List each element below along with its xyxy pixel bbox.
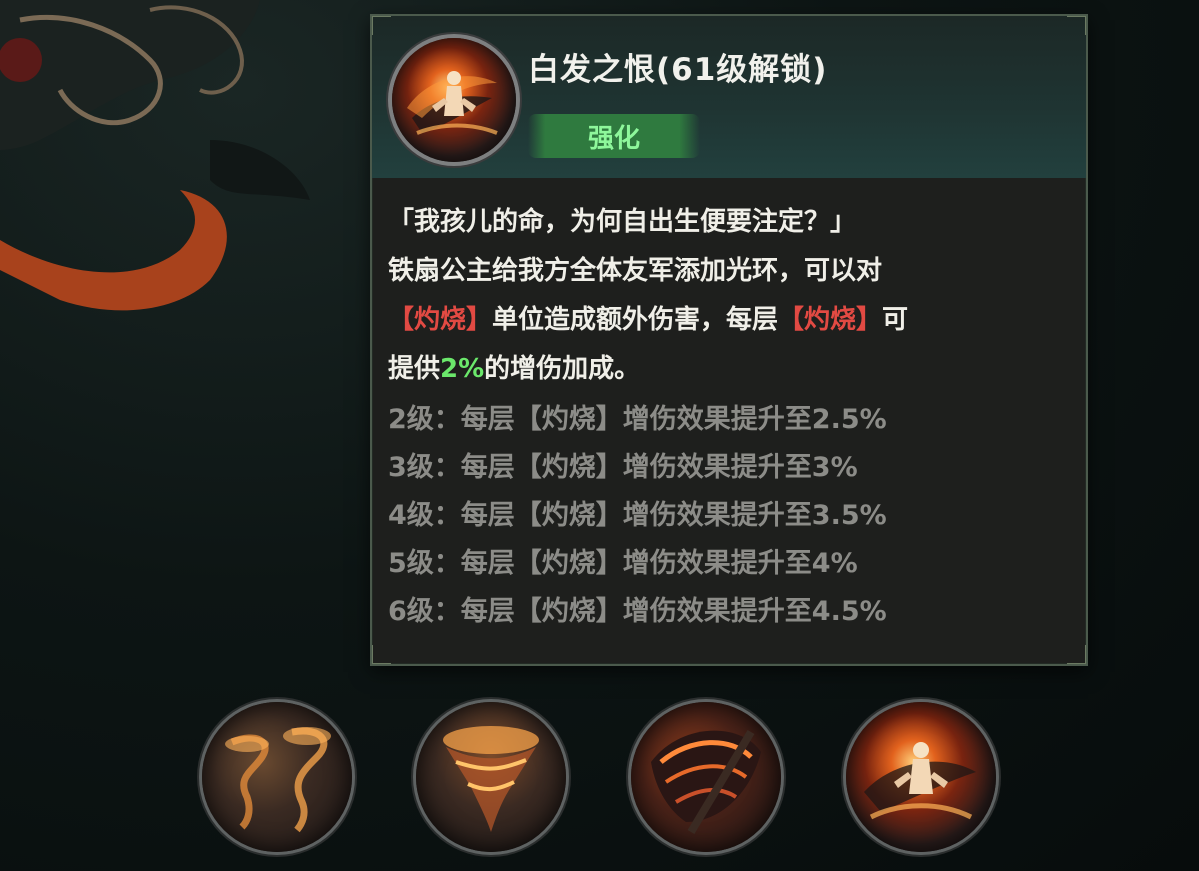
skill-tooltip-panel: 白发之恨(61级解锁) 强化 「我孩儿的命，为何自出生便要注定？」 铁扇公主给我… [370,14,1088,666]
skill-description: 「我孩儿的命，为何自出生便要注定？」 铁扇公主给我方全体友军添加光环，可以对 【… [388,198,1078,394]
level-row: 4级：每层【灼烧】增伤效果提升至3.5% [388,500,887,531]
burn-keyword: 【灼烧】 [388,305,493,335]
description-text: 提供 [388,354,441,384]
skill-bar [0,702,1199,862]
tag-label: 强化 [587,123,640,154]
bonus-value: 2% [440,354,485,384]
twin-tornado-icon[interactable] [202,702,352,852]
fire-tornado-icon[interactable] [416,702,566,852]
description-text: 可 [882,305,909,335]
description-text: 的增伤加成。 [484,354,641,384]
character-art-background [0,0,310,311]
description-line: 【灼烧】单位造成额外伤害，每层【灼烧】可 [388,296,1078,345]
corner-ornament [1067,16,1086,35]
princess-fire-icon[interactable] [846,702,996,852]
corner-ornament [372,16,391,35]
skill-title: 白发之恨(61级解锁) [528,52,828,88]
level-row: 3级：每层【灼烧】增伤效果提升至3% [388,452,858,483]
palm-fan-icon[interactable] [631,702,781,852]
description-text: 单位造成额外伤害，每层 [492,305,779,335]
description-line: 提供2%的增伤加成。 [388,345,1078,394]
corner-ornament [1067,645,1086,664]
level-row: 5级：每层【灼烧】增伤效果提升至4% [388,548,858,579]
corner-ornament [372,645,391,664]
level-upgrade-list: 2级：每层【灼烧】增伤效果提升至2.5% 3级：每层【灼烧】增伤效果提升至3% … [388,396,1078,636]
level-row: 6级：每层【灼烧】增伤效果提升至4.5% [388,596,887,627]
description-quote: 「我孩儿的命，为何自出生便要注定？」 [388,207,857,237]
enhance-tag-badge: 强化 [528,114,700,158]
princess-fire-icon [392,38,516,162]
burn-keyword: 【灼烧】 [778,305,883,335]
level-row: 2级：每层【灼烧】增伤效果提升至2.5% [388,404,887,435]
description-line: 铁扇公主给我方全体友军添加光环，可以对 [388,256,883,286]
